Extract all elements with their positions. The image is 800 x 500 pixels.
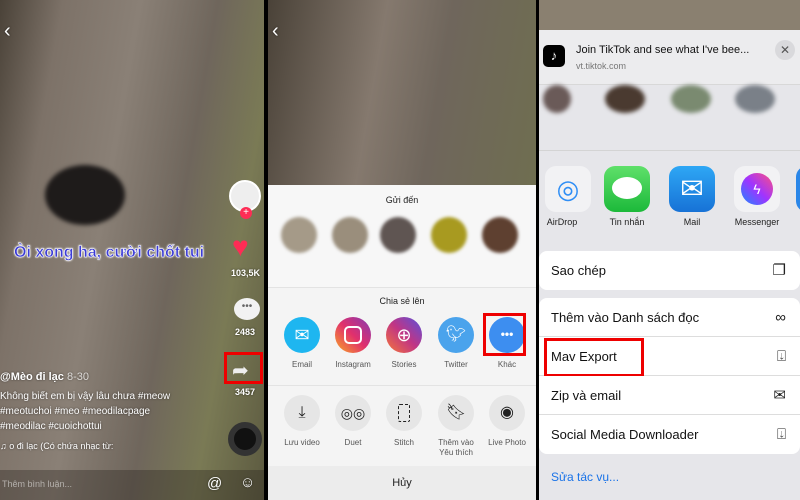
tiktok-share-sheet-screen: ‹ Gửi đến Chia sẻ lên ✉ Email Instagram ⊕… <box>268 0 536 500</box>
stitch-icon <box>386 395 422 431</box>
comment-count: 2483 <box>235 327 256 337</box>
comment-input[interactable]: Thêm bình luận... <box>2 479 72 489</box>
back-icon[interactable]: ‹ <box>272 20 279 43</box>
contact-avatar[interactable] <box>735 85 775 113</box>
tiktok-video-screen: ‹ Òi xong ha, cười chốt tui + ♥ 103,5K •… <box>0 0 264 500</box>
share-label: Khác <box>497 360 517 369</box>
instagram-icon <box>335 317 371 353</box>
stories-icon: ⊕ <box>386 317 422 353</box>
mention-icon[interactable]: @ <box>207 475 222 492</box>
shared-link-title: Join TikTok and see what I've bee... <box>576 44 750 56</box>
action-label: Yêu thích <box>439 448 473 457</box>
contact-avatar[interactable] <box>605 85 645 113</box>
duet-icon: ◎◎ <box>335 395 371 431</box>
contact-avatar[interactable] <box>671 85 711 113</box>
share-header: ♪ Join TikTok and see what I've bee... v… <box>539 30 800 85</box>
action-label: Social Media Downloader <box>551 427 699 442</box>
envelope-icon: ✉ <box>773 387 786 404</box>
action-reading-list[interactable]: Thêm vào Danh sách đọc ∞ <box>539 298 800 337</box>
music-note-icon: ♫ <box>0 441 7 451</box>
contact-avatar[interactable] <box>431 217 467 253</box>
highlight-mav-export <box>544 338 644 377</box>
cat-image <box>45 165 125 225</box>
save-icon: ⍗ <box>776 348 786 365</box>
post-date: 8-30 <box>66 371 89 383</box>
contact-avatar[interactable] <box>332 217 368 253</box>
save-icon: ⍗ <box>776 426 786 443</box>
video-background <box>539 0 800 30</box>
music-title[interactable]: o đi lạc (Có chứa nhạc từ: <box>9 441 113 451</box>
app-label: Messenger <box>734 217 780 227</box>
heart-icon[interactable]: ♥ <box>232 232 249 262</box>
comment-icon[interactable]: ••• <box>234 298 260 320</box>
video-caption: Òi xong ha, cười chốt tui <box>14 244 205 262</box>
messages-icon <box>604 166 650 212</box>
share-label: Stories <box>391 360 417 369</box>
messenger-icon: ϟ <box>734 166 780 212</box>
live-photo-icon: ◉ <box>489 395 525 431</box>
video-background <box>268 0 536 185</box>
tiktok-icon: ♪ <box>543 45 565 67</box>
app-label: AirDrop <box>546 217 578 227</box>
ios-share-sheet-screen: ♪ Join TikTok and see what I've bee... v… <box>539 0 800 500</box>
shared-link-url: vt.tiktok.com <box>576 61 627 71</box>
share-count: 3457 <box>235 387 256 397</box>
follow-plus-icon[interactable]: + <box>240 207 252 219</box>
username[interactable]: @Mèo đi lạc <box>0 371 64 383</box>
emoji-icon[interactable]: ☺ <box>240 474 255 491</box>
action-social-media-downloader[interactable]: Social Media Downloader ⍗ <box>539 415 800 454</box>
description-line: Không biết em bị vậy lâu chưa #meow <box>0 391 171 402</box>
app-label: Tin nhắn <box>609 217 645 227</box>
copy-action[interactable]: Sao chép ❐ <box>539 251 800 290</box>
description-line: #meodilac #cuoichottui <box>0 421 102 432</box>
like-count: 103,5K <box>231 268 261 278</box>
edit-actions-link[interactable]: Sửa tác vụ... <box>551 470 619 484</box>
action-label: Sao chép <box>551 263 606 278</box>
mail-icon: ✉ <box>284 317 320 353</box>
airdrop-icon: ◎ <box>545 166 591 212</box>
glasses-icon: ∞ <box>775 309 786 326</box>
description-line: #meotuchoi #meo #meodilacpage <box>0 406 151 417</box>
app-partial[interactable] <box>796 166 800 212</box>
share-to-title: Chia sẻ lên <box>379 296 425 306</box>
back-icon[interactable]: ‹ <box>4 20 11 43</box>
action-label: Stitch <box>393 438 414 447</box>
contact-avatar[interactable] <box>281 217 317 253</box>
download-icon: ⤓ <box>284 395 320 431</box>
action-zip-email[interactable]: Zip và email ✉ <box>539 376 800 415</box>
app-label: Mail <box>683 217 701 227</box>
close-icon[interactable]: ✕ <box>775 40 795 60</box>
contact-avatar[interactable] <box>380 217 416 253</box>
twitter-icon: 🐦︎ <box>438 317 474 353</box>
action-label: Thêm vào Danh sách đọc <box>551 310 700 325</box>
cancel-button[interactable]: Hủy <box>268 466 536 500</box>
mail-icon: ✉ <box>669 166 715 212</box>
music-disc[interactable] <box>228 422 262 456</box>
highlight-share <box>224 352 263 384</box>
bookmark-icon: 🔖︎ <box>438 395 474 431</box>
action-label: Zip và email <box>551 388 622 403</box>
action-label: Live Photo <box>488 438 526 447</box>
copy-icon: ❐ <box>772 262 786 279</box>
contact-avatar[interactable] <box>543 85 571 113</box>
contact-avatar[interactable] <box>482 217 518 253</box>
send-to-title: Gửi đến <box>385 195 419 205</box>
highlight-more <box>483 313 526 356</box>
